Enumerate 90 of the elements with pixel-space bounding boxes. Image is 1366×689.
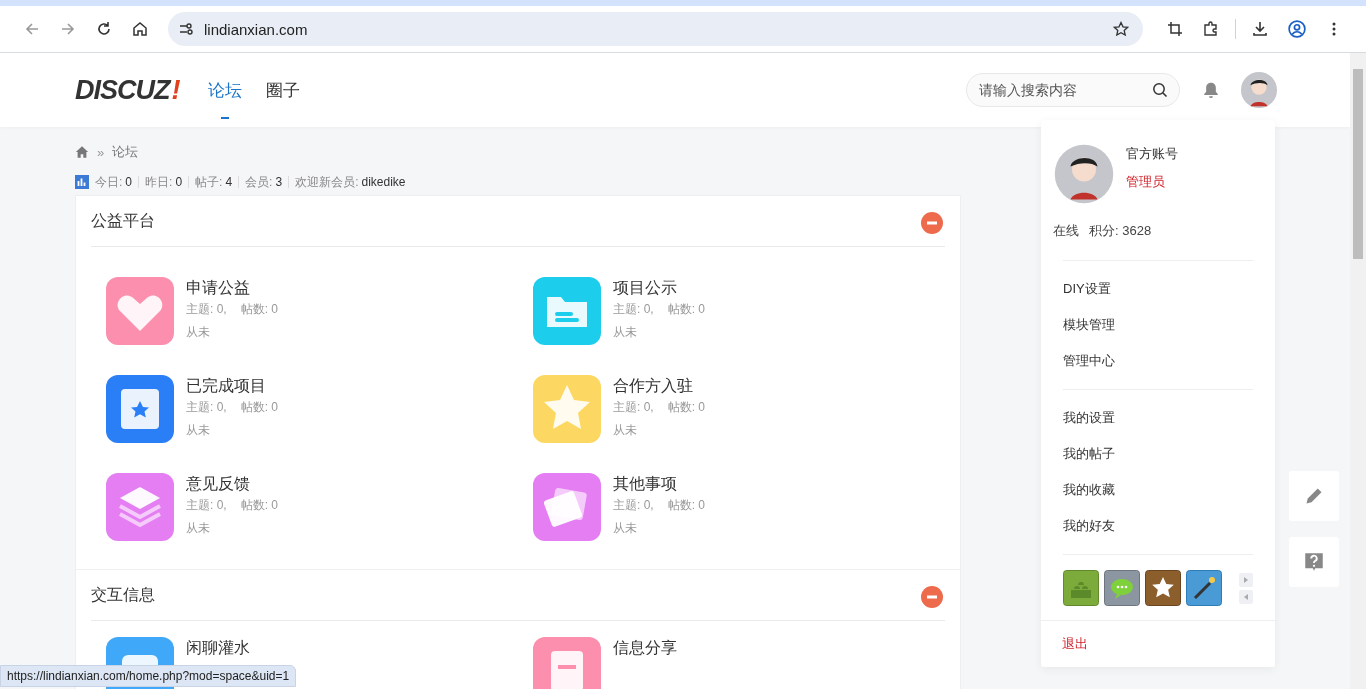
avatar[interactable]	[1054, 144, 1114, 204]
breadcrumb-link[interactable]: 论坛	[112, 143, 139, 161]
download-icon[interactable]	[1252, 21, 1268, 37]
forum-name[interactable]: 闲聊灌水	[186, 637, 250, 659]
star-app-icon[interactable]	[1145, 570, 1181, 606]
bell-icon[interactable]	[1202, 80, 1220, 100]
discuz-logo[interactable]: DISCUZ!	[75, 74, 180, 106]
post-count: 帖数: 0	[667, 497, 706, 514]
magic-wand-app-icon[interactable]	[1186, 570, 1222, 606]
heart-forum-icon[interactable]	[106, 277, 174, 345]
home-icon[interactable]	[132, 21, 148, 37]
last-post: 从未	[613, 422, 638, 439]
post-count: 帖数: 0	[240, 301, 279, 318]
stat-label: 今日:	[95, 173, 123, 191]
address-bar[interactable]: lindianxian.com	[168, 12, 1143, 46]
menu-item[interactable]: 我的帖子	[1063, 436, 1253, 472]
edit-button[interactable]	[1289, 471, 1339, 521]
stat-value[interactable]: dikedike	[361, 175, 406, 189]
stat-label: 昨日:	[145, 173, 173, 191]
help-icon	[1304, 551, 1324, 573]
folder-forum-icon[interactable]	[533, 277, 601, 345]
forward-icon[interactable]	[60, 21, 76, 37]
collapse-icon[interactable]	[921, 212, 943, 234]
reload-icon[interactable]	[96, 21, 112, 37]
menu-item[interactable]: 我的好友	[1063, 508, 1253, 544]
stat-value: 0	[175, 175, 183, 189]
pencil-icon	[1304, 486, 1324, 506]
forum-name[interactable]: 合作方入驻	[613, 375, 706, 397]
status-url-tooltip: https://lindianxian.com/home.php?mod=space&uid=1	[0, 665, 297, 687]
note-forum-icon[interactable]	[533, 637, 601, 689]
menu-item[interactable]: 我的收藏	[1063, 472, 1253, 508]
site-settings-icon[interactable]	[178, 21, 194, 37]
last-post: 从未	[186, 324, 211, 341]
post-count: 帖数: 0	[667, 301, 706, 318]
topic-count: 主题: 0,	[613, 497, 654, 514]
search-field[interactable]: 请输入搜索内容	[966, 73, 1180, 107]
extensions-icon[interactable]	[1203, 21, 1219, 37]
stat-value: 3	[275, 175, 283, 189]
stat-label: 会员:	[245, 173, 273, 191]
username[interactable]: 官方账号	[1126, 145, 1178, 163]
post-count: 帖数: 0	[240, 497, 279, 514]
topic-count: 主题: 0,	[186, 497, 227, 514]
post-count: 帖数: 0	[667, 399, 706, 416]
cards-forum-icon[interactable]	[533, 473, 601, 541]
stat-label: 欢迎新会员:	[295, 173, 359, 191]
forum-name[interactable]: 项目公示	[613, 277, 706, 299]
badge-forum-icon[interactable]	[106, 375, 174, 443]
forum-name[interactable]: 信息分享	[613, 637, 677, 659]
last-post: 从未	[186, 520, 211, 537]
star-forum-icon[interactable]	[533, 375, 601, 443]
menu-item[interactable]: DIY设置	[1063, 271, 1253, 307]
topic-count: 主题: 0,	[613, 301, 654, 318]
nav-tab[interactable]: 圈子	[253, 53, 312, 127]
menu-item[interactable]: 我的设置	[1063, 400, 1253, 436]
post-count: 帖数: 0	[240, 399, 279, 416]
user-role: 管理员	[1126, 173, 1166, 191]
chart-icon	[75, 175, 89, 189]
bookmark-star-icon[interactable]	[1113, 21, 1129, 37]
forum-name[interactable]: 申请公益	[186, 277, 279, 299]
stat-label: 帖子:	[195, 173, 223, 191]
profile-icon[interactable]	[1288, 20, 1306, 38]
scrollbar[interactable]	[1350, 53, 1366, 689]
points: 积分: 3628	[1089, 222, 1152, 240]
last-post: 从未	[613, 324, 638, 341]
nav-tab[interactable]: 论坛	[195, 53, 254, 127]
last-post: 从未	[186, 422, 211, 439]
last-post: 从未	[613, 520, 638, 537]
section-title: 交互信息	[91, 584, 155, 605]
collapse-icon[interactable]	[921, 586, 943, 608]
forum-name[interactable]: 其他事项	[613, 473, 706, 495]
menu-item[interactable]: 模块管理	[1063, 307, 1253, 343]
menu-item[interactable]: 管理中心	[1063, 343, 1253, 379]
stat-value: 4	[225, 175, 233, 189]
section-title: 公益平台	[91, 210, 155, 231]
chat-bubble-app-icon[interactable]	[1104, 570, 1140, 606]
topic-count: 主题: 0,	[186, 399, 227, 416]
avatar[interactable]	[1240, 71, 1278, 109]
breadcrumb-separator: »	[97, 144, 105, 160]
help-button[interactable]	[1289, 537, 1339, 587]
back-icon[interactable]	[24, 21, 40, 37]
forum-name[interactable]: 意见反馈	[186, 473, 279, 495]
topic-count: 主题: 0,	[613, 399, 654, 416]
layers-forum-icon[interactable]	[106, 473, 174, 541]
logout-link[interactable]: 退出	[1062, 636, 1088, 651]
stat-value: 0	[125, 175, 133, 189]
search-icon[interactable]	[1152, 82, 1168, 98]
forum-name[interactable]: 已完成项目	[186, 375, 279, 397]
crop-icon[interactable]	[1167, 21, 1183, 37]
topic-count: 主题: 0,	[186, 301, 227, 318]
online-status: 在线	[1053, 222, 1079, 240]
